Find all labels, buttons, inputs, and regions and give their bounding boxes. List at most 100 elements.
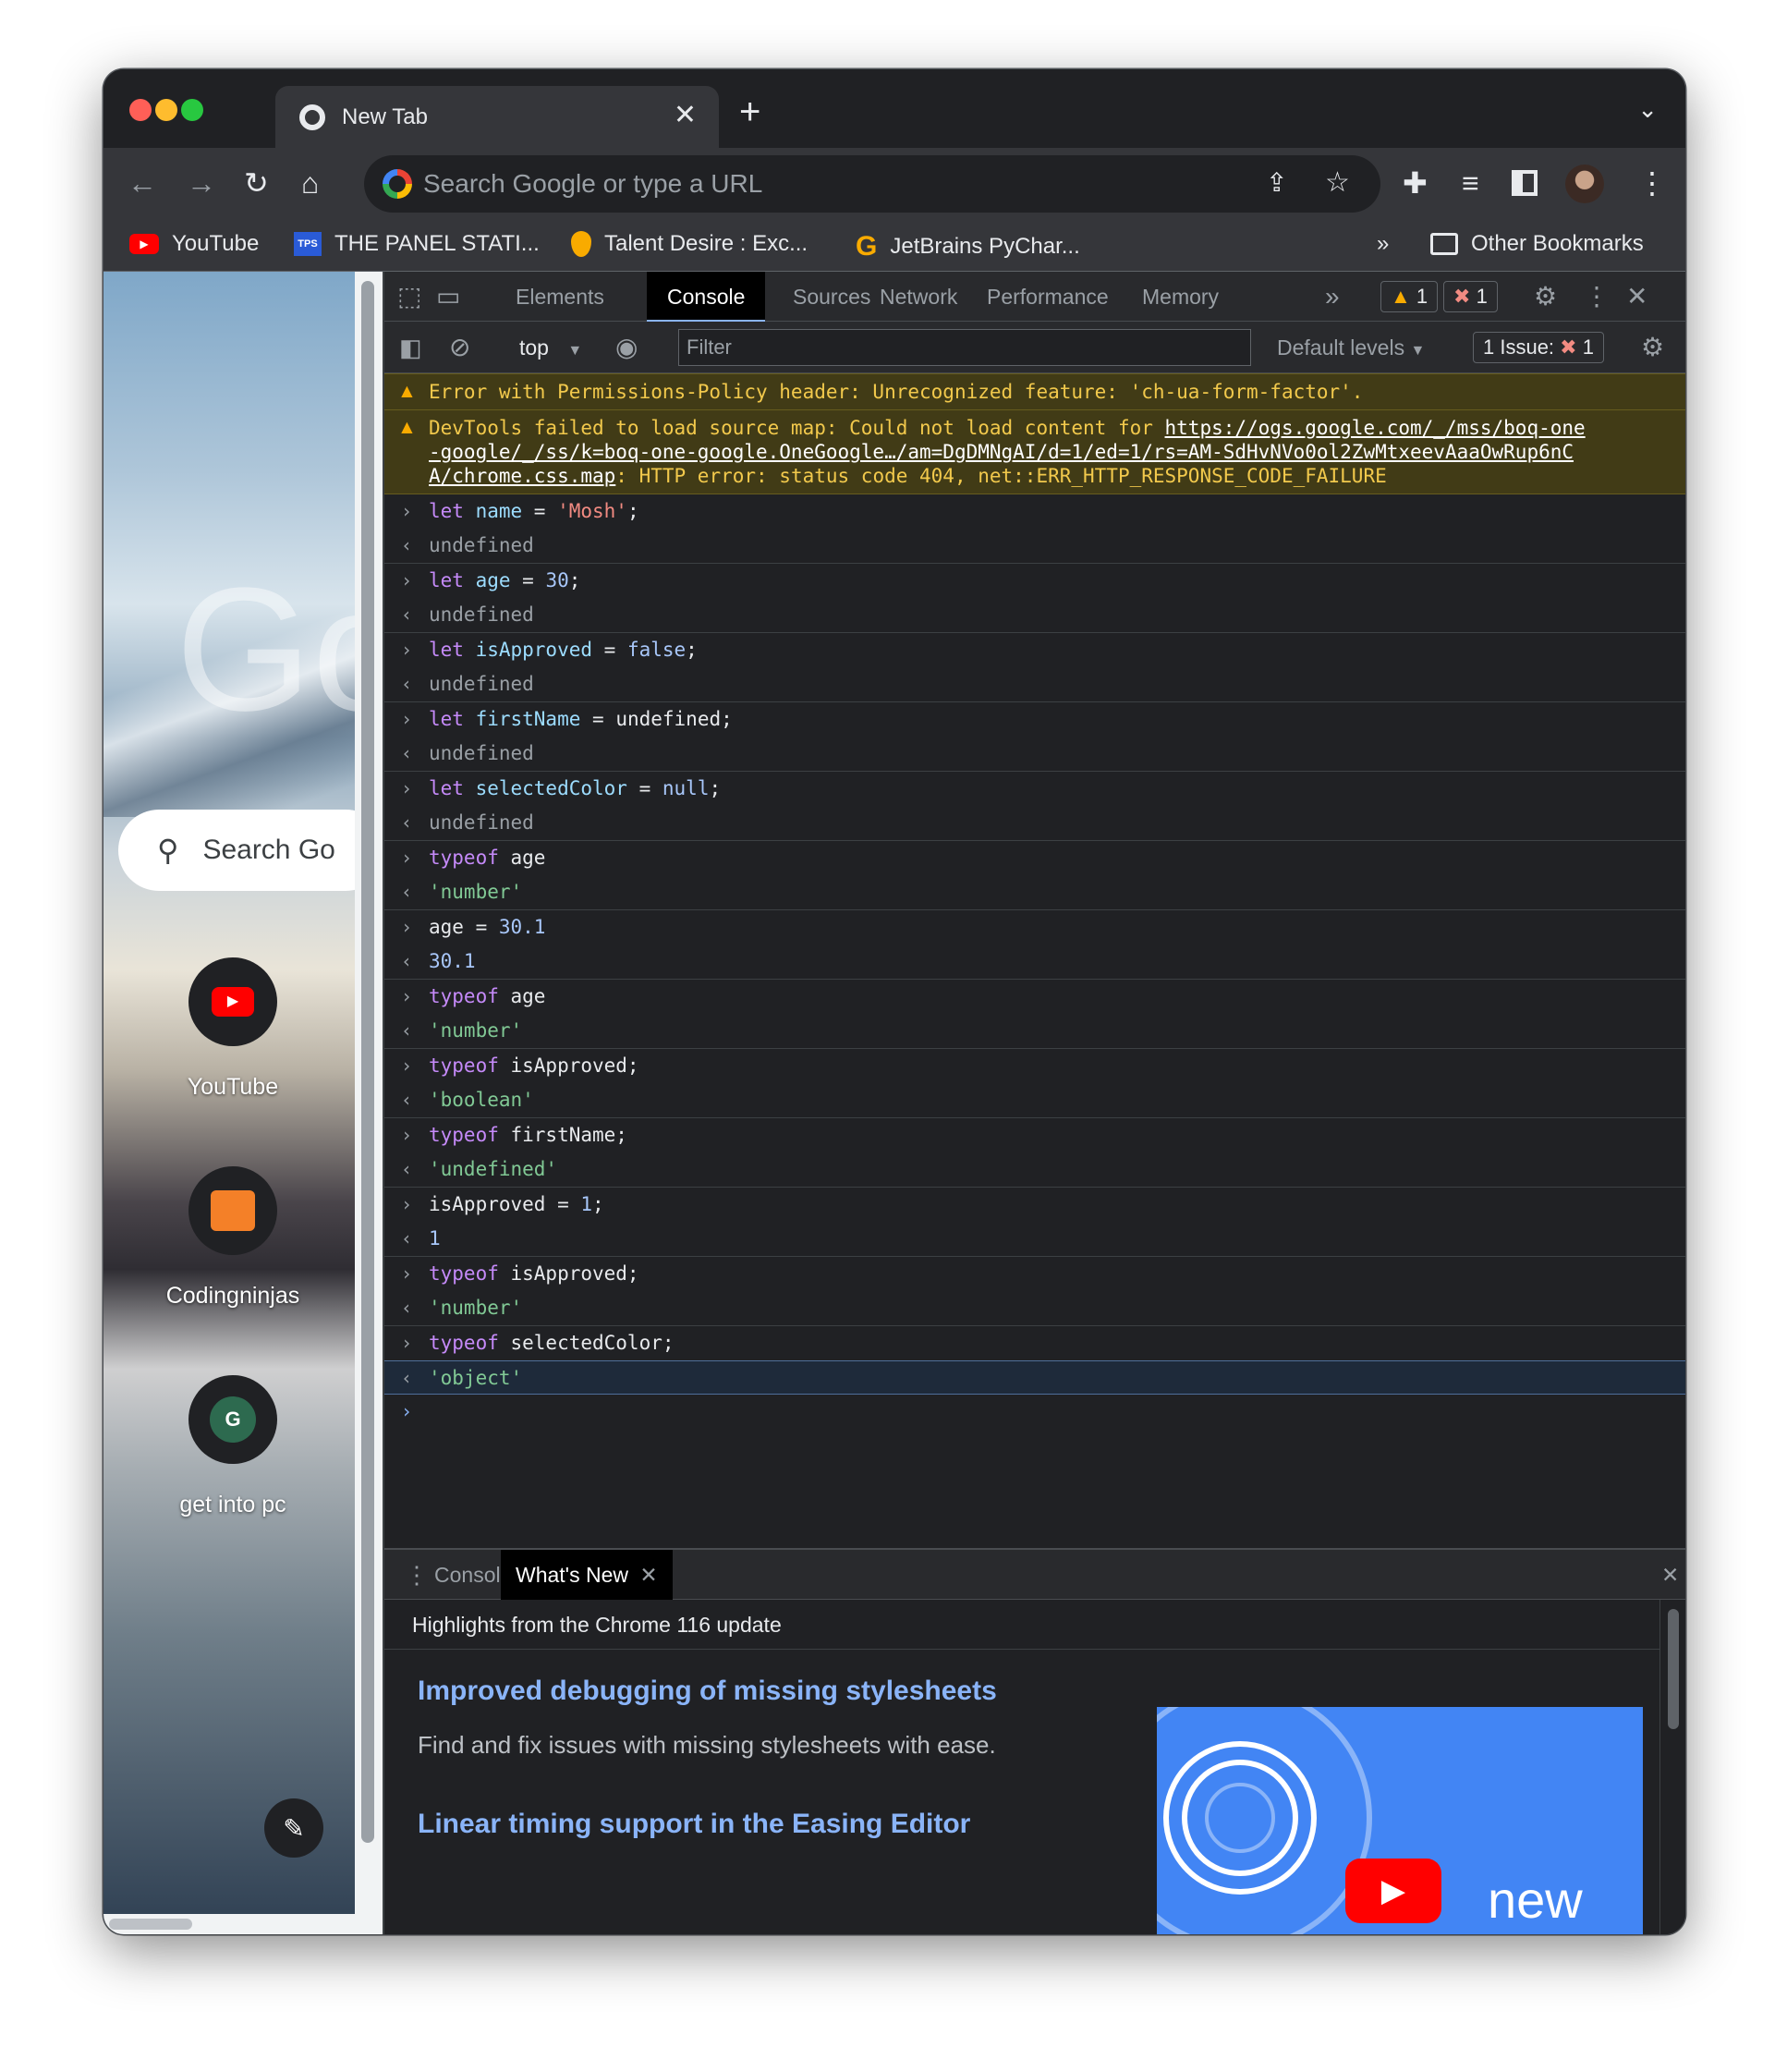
warnings-badge[interactable]: ▲ 1	[1380, 281, 1439, 312]
share-icon[interactable]: ⇪	[1266, 165, 1287, 201]
console-input-line[interactable]: › typeof age	[384, 980, 1685, 1014]
tab-console[interactable]: Console	[647, 272, 766, 322]
source-map-link[interactable]: A/chrome.css.map	[429, 465, 615, 487]
result-value: undefined	[429, 673, 534, 695]
tab-search-chevron-icon[interactable]: ⌄	[1637, 95, 1658, 124]
console-input-line[interactable]: › age = 30.1	[384, 910, 1685, 945]
tab-new-tab[interactable]: New Tab ✕	[275, 86, 719, 148]
shortcut-get-into-pc[interactable]: G get into pc	[145, 1375, 321, 1518]
filter-input[interactable]: Filter	[678, 329, 1251, 366]
console-input-line[interactable]: › let firstName = undefined;	[384, 702, 1685, 737]
live-expression-eye-icon[interactable]: ◉	[615, 322, 638, 373]
zoom-window-button[interactable]	[181, 99, 203, 121]
clear-console-icon[interactable]: ⊘	[449, 322, 470, 373]
console-input-line[interactable]: › let selectedColor = null;	[384, 772, 1685, 806]
media-control-icon[interactable]: ≡	[1462, 165, 1479, 201]
drawer-scrollbar[interactable]	[1659, 1600, 1685, 1934]
drawer-tab-whats-new[interactable]: What's New ✕	[501, 1550, 673, 1600]
console-input-line[interactable]: › let isApproved = false;	[384, 633, 1685, 667]
errors-badge[interactable]: ✖ 1	[1443, 281, 1498, 312]
home-icon[interactable]: ⌂	[301, 165, 319, 201]
console-result-line: ‹ undefined	[384, 667, 1685, 701]
whats-new-video-thumbnail[interactable]: ▶ new	[1157, 1707, 1643, 1934]
ntp-search-placeholder: Search Go	[202, 835, 335, 865]
drawer-scroll-thumb[interactable]	[1668, 1609, 1679, 1729]
shortcut-youtube[interactable]: ▶ YouTube	[145, 957, 321, 1101]
close-window-button[interactable]	[129, 99, 152, 121]
console-input-line[interactable]: › typeof age	[384, 841, 1685, 875]
console-entry: › typeof isApproved; ‹ 'boolean'	[384, 1049, 1685, 1118]
console-input-line[interactable]: › isApproved = 1;	[384, 1188, 1685, 1222]
input-chevron-icon: ›	[401, 1054, 413, 1077]
code-token: typeof	[429, 1124, 499, 1146]
console-input-line[interactable]: › typeof firstName;	[384, 1118, 1685, 1152]
ntp-search-box[interactable]: ⚲ Search Go	[118, 810, 355, 891]
bookmark-panel-station[interactable]: TPS THE PANEL STATI...	[294, 231, 540, 257]
log-levels-dropdown[interactable]: Default levels ▼	[1277, 322, 1425, 373]
browser-window: New Tab ✕ + ⌄ ← → ↻ ⌂ Search Google or t…	[103, 69, 1685, 1934]
code-token: age	[475, 569, 511, 591]
console-prompt[interactable]: ›	[384, 1395, 1685, 1429]
console-result-line: ‹ undefined	[384, 529, 1685, 563]
console-input-line[interactable]: › typeof selectedColor;	[384, 1326, 1685, 1360]
console-settings-icon[interactable]: ⚙	[1641, 322, 1664, 373]
youtube-play-icon[interactable]: ▶	[1345, 1859, 1441, 1923]
omnibox[interactable]: Search Google or type a URL ⇪ ☆	[364, 155, 1380, 213]
horizontal-scrollbar[interactable]	[103, 1914, 383, 1934]
tab-performance[interactable]: Performance	[966, 272, 1129, 322]
console-result-line: ‹ undefined	[384, 806, 1685, 840]
new-tab-button[interactable]: +	[739, 91, 760, 133]
source-map-link[interactable]: -google/_/ss/k=boq-one-google.OneGoogle……	[429, 441, 1574, 463]
context-selector[interactable]: top ▼	[519, 322, 582, 373]
close-tab-icon[interactable]: ✕	[674, 99, 697, 131]
close-devtools-icon[interactable]: ✕	[1626, 283, 1647, 311]
shortcut-codingninjas[interactable]: Codingninjas	[145, 1166, 321, 1310]
menu-kebab-icon[interactable]: ⋮	[1637, 165, 1667, 201]
input-chevron-icon: ›	[401, 1262, 413, 1285]
tab-elements[interactable]: Elements	[495, 272, 625, 322]
extensions-icon[interactable]: ✚	[1403, 165, 1428, 201]
settings-gear-icon[interactable]: ⚙	[1534, 283, 1557, 311]
get-into-pc-icon: G	[210, 1396, 256, 1443]
console-input-line[interactable]: › let name = 'Mosh';	[384, 494, 1685, 529]
horizontal-scroll-thumb[interactable]	[109, 1919, 192, 1930]
console-entry: › typeof firstName; ‹ 'undefined'	[384, 1118, 1685, 1188]
bookmark-jetbrains[interactable]: G JetBrains PyChar...	[856, 231, 1080, 262]
close-tab-icon[interactable]: ✕	[639, 1563, 657, 1587]
customize-pencil-icon[interactable]: ✎	[264, 1798, 323, 1858]
minimize-window-button[interactable]	[155, 99, 177, 121]
reload-icon[interactable]: ↻	[244, 165, 269, 201]
bookmarks-overflow[interactable]: »	[1377, 231, 1389, 257]
avatar[interactable]	[1565, 165, 1604, 203]
ntp-scroll-thumb[interactable]	[361, 281, 374, 1843]
ntp-scrollbar[interactable]	[355, 272, 383, 1934]
drawer-tab-label: What's New	[516, 1563, 628, 1587]
result-chevron-icon: ‹	[401, 534, 413, 556]
source-map-link[interactable]: https://ogs.google.com/_/mss/boq-one	[1165, 417, 1586, 439]
other-bookmarks[interactable]: Other Bookmarks	[1430, 231, 1644, 257]
tab-memory[interactable]: Memory	[1122, 272, 1239, 322]
console-input-line[interactable]: › typeof isApproved;	[384, 1257, 1685, 1291]
inspect-element-icon[interactable]: ⬚	[397, 283, 421, 311]
back-icon[interactable]: ←	[128, 165, 157, 201]
issues-badge[interactable]: 1 Issue: ✖ 1	[1473, 332, 1604, 363]
feature-heading[interactable]: Linear timing support in the Easing Edit…	[418, 1809, 970, 1840]
device-toolbar-icon[interactable]: ▭	[436, 283, 460, 311]
bookmark-star-icon[interactable]: ☆	[1325, 165, 1350, 201]
result-value: undefined	[429, 603, 534, 626]
tab-network[interactable]: Network	[859, 272, 978, 322]
console-entry: › let isApproved = false; ‹ undefined	[384, 633, 1685, 702]
bookmark-youtube[interactable]: ▶ YouTube	[129, 231, 259, 257]
side-panel-icon[interactable]	[1512, 170, 1538, 196]
youtube-icon: ▶	[212, 987, 254, 1017]
forward-icon[interactable]: →	[187, 165, 216, 201]
console-input-line[interactable]: › let age = 30;	[384, 564, 1685, 598]
console-input-line[interactable]: › typeof isApproved;	[384, 1049, 1685, 1083]
sidebar-toggle-icon[interactable]: ◧	[399, 322, 422, 373]
feature-heading[interactable]: Improved debugging of missing stylesheet…	[418, 1676, 997, 1707]
close-drawer-icon[interactable]: ✕	[1647, 1550, 1685, 1600]
bookmark-talent-desire[interactable]: Talent Desire : Exc...	[571, 231, 808, 257]
tps-icon: TPS	[294, 232, 322, 256]
devtools-menu-icon[interactable]: ⋮	[1584, 283, 1610, 311]
more-tabs-icon[interactable]: »	[1325, 283, 1340, 311]
